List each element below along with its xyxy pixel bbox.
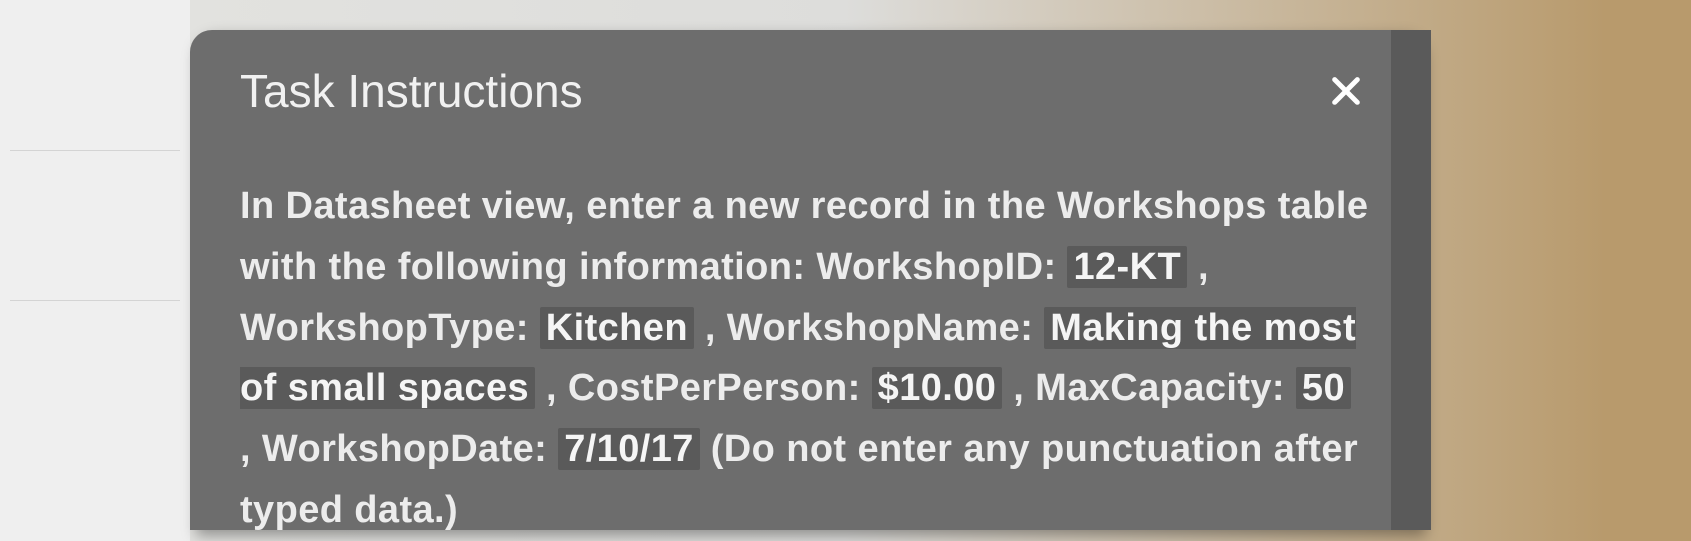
body-text: , MaxCapacity: [1002, 367, 1296, 409]
body-text: , WorkshopDate: [240, 428, 558, 470]
value-workshop-date: 7/10/17 [558, 428, 700, 470]
value-cost-per-person: $10.00 [872, 367, 1003, 409]
task-instructions-modal: Task Instructions In Datasheet view, ent… [190, 30, 1420, 530]
close-button[interactable] [1322, 67, 1370, 115]
modal-header: Task Instructions [240, 64, 1370, 118]
body-text: , WorkshopName: [694, 307, 1044, 349]
modal-scrollbar[interactable] [1391, 30, 1431, 530]
modal-body: In Datasheet view, enter a new record in… [240, 176, 1370, 541]
value-workshop-id: 12-KT [1067, 246, 1187, 288]
left-panel [0, 0, 190, 541]
value-workshop-type: Kitchen [540, 307, 694, 349]
close-icon [1329, 74, 1363, 108]
modal-title: Task Instructions [240, 64, 583, 118]
body-text: , CostPerPerson: [535, 367, 872, 409]
value-max-capacity: 50 [1296, 367, 1351, 409]
